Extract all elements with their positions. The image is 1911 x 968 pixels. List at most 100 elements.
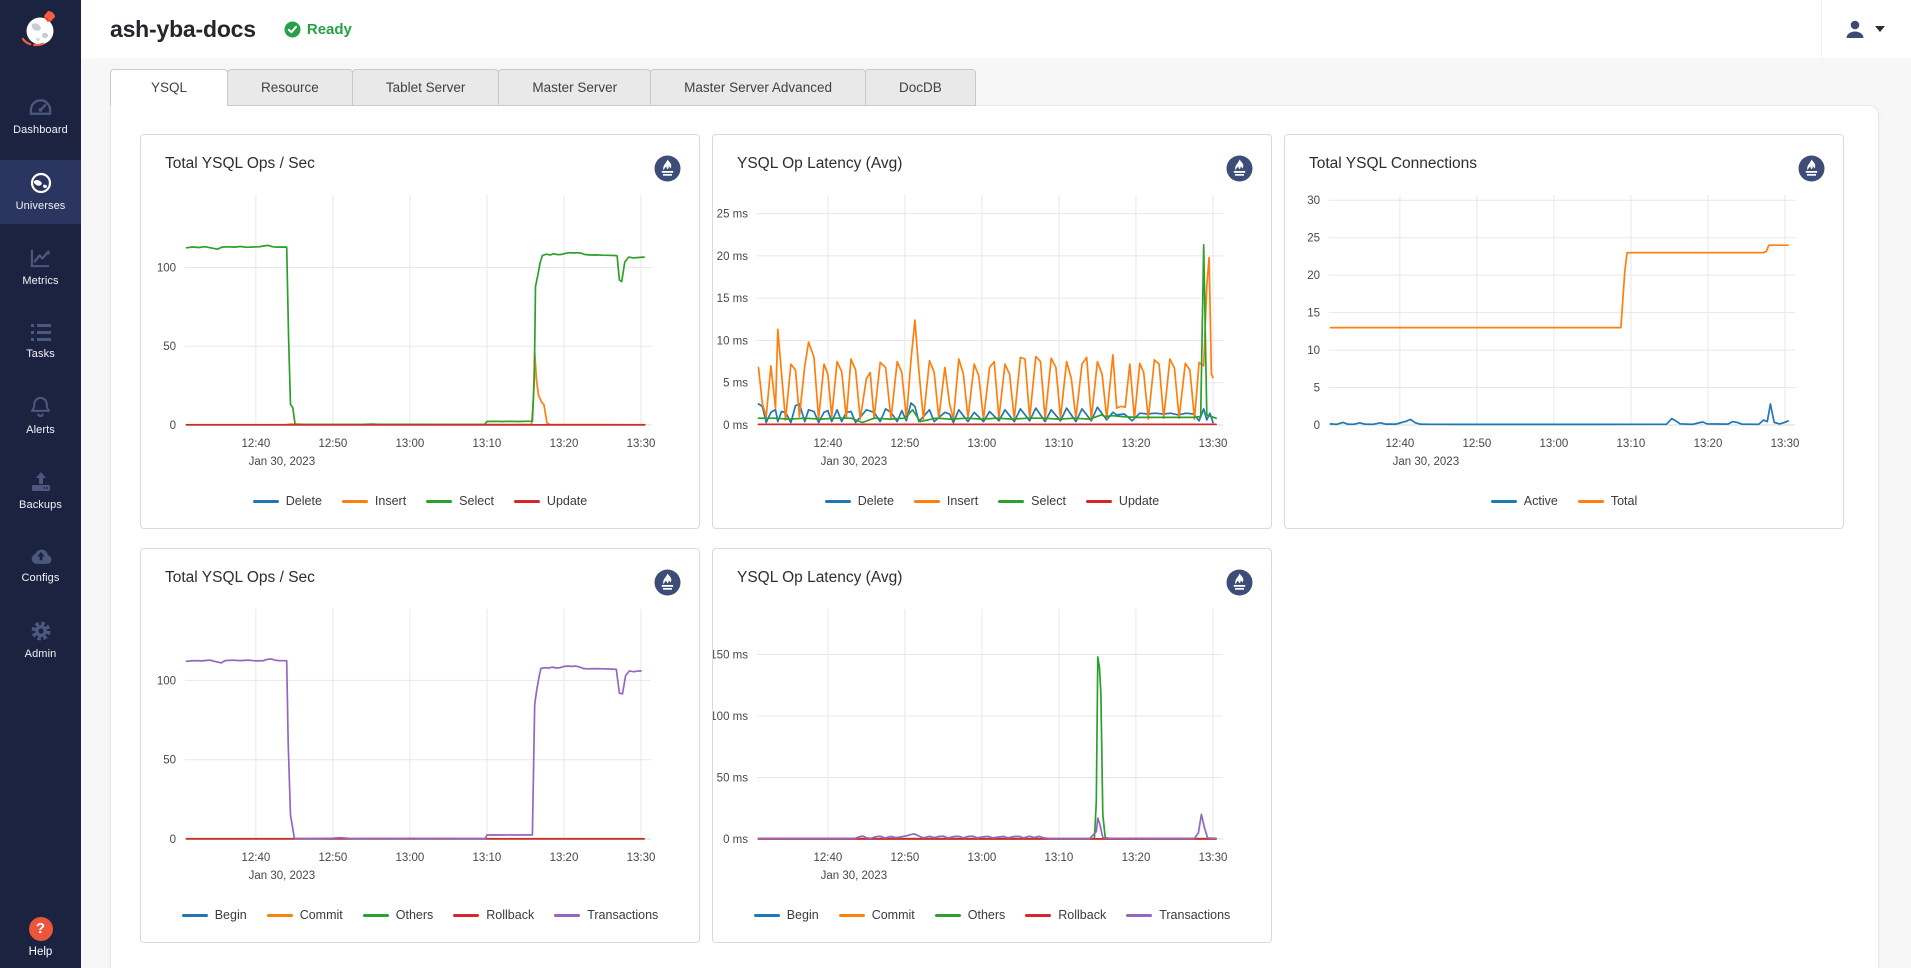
- legend-item[interactable]: Transactions: [554, 908, 658, 922]
- legend-label: Others: [396, 908, 434, 922]
- legend-item[interactable]: Begin: [754, 908, 819, 922]
- svg-text:20: 20: [1307, 270, 1320, 282]
- svg-text:13:00: 13:00: [968, 852, 997, 864]
- sidebar: Dashboard Universes Metrics Tasks Alerts…: [0, 0, 81, 968]
- chart-header: Total YSQL Ops / Sec: [141, 135, 699, 185]
- chart-title: Total YSQL Connections: [1309, 155, 1477, 173]
- sidebar-item-configs[interactable]: Configs: [0, 535, 81, 596]
- legend-item[interactable]: Commit: [839, 908, 915, 922]
- legend-swatch: [935, 914, 961, 917]
- legend-item[interactable]: Begin: [182, 908, 247, 922]
- legend-label: Commit: [300, 908, 343, 922]
- chevron-down-icon: [1875, 26, 1885, 32]
- sidebar-item-label: Backups: [0, 499, 81, 511]
- metrics-tabs: YSQL Resource Tablet Server Master Serve…: [110, 69, 1911, 106]
- chart-card-total-ysql-ops-transactions: Total YSQL Ops / Sec 05010012:4012:5013:…: [140, 548, 700, 943]
- line-chart[interactable]: 05010012:4012:5013:0013:1013:2013:30Jan …: [141, 185, 700, 485]
- sidebar-item-label: Metrics: [0, 275, 81, 287]
- line-chart[interactable]: 05010012:4012:5013:0013:1013:2013:30Jan …: [141, 599, 700, 899]
- sidebar-item-universes[interactable]: Universes: [0, 160, 81, 224]
- line-chart[interactable]: 05101520253012:4012:5013:0013:1013:2013:…: [1285, 185, 1844, 485]
- tab-master-server-advanced[interactable]: Master Server Advanced: [650, 69, 866, 106]
- admin-gear-icon: [30, 620, 52, 642]
- legend-item[interactable]: Select: [998, 494, 1066, 508]
- svg-text:13:10: 13:10: [1045, 852, 1074, 864]
- legend-swatch: [426, 500, 452, 503]
- legend-item[interactable]: Others: [363, 908, 434, 922]
- chart-card-total-ysql-connections: Total YSQL Connections 05101520253012:40…: [1284, 134, 1844, 529]
- legend-item[interactable]: Others: [935, 908, 1006, 922]
- chart-header: Total YSQL Ops / Sec: [141, 549, 699, 599]
- legend-item[interactable]: Delete: [825, 494, 894, 508]
- sidebar-item-metrics[interactable]: Metrics: [0, 236, 81, 299]
- svg-text:Jan 30, 2023: Jan 30, 2023: [249, 870, 316, 882]
- legend-label: Rollback: [1058, 908, 1106, 922]
- sidebar-item-alerts[interactable]: Alerts: [0, 384, 81, 448]
- header: ash-yba-docs Ready: [81, 0, 1911, 58]
- rocket-planet-logo-icon: [18, 6, 64, 52]
- svg-text:10 ms: 10 ms: [717, 335, 749, 347]
- legend-label: Select: [459, 494, 494, 508]
- chart-header: YSQL Op Latency (Avg): [713, 135, 1271, 185]
- chart-header: YSQL Op Latency (Avg): [713, 549, 1271, 599]
- legend-swatch: [514, 500, 540, 503]
- svg-text:25: 25: [1307, 233, 1320, 245]
- legend-item[interactable]: Transactions: [1126, 908, 1230, 922]
- tab-ysql[interactable]: YSQL: [110, 69, 228, 106]
- svg-text:Jan 30, 2023: Jan 30, 2023: [821, 870, 888, 882]
- legend-item[interactable]: Rollback: [453, 908, 534, 922]
- legend-swatch: [453, 914, 479, 917]
- legend-item[interactable]: Delete: [253, 494, 322, 508]
- app-logo[interactable]: [0, 0, 81, 58]
- sidebar-item-dashboard[interactable]: Dashboard: [0, 86, 81, 148]
- svg-text:12:40: 12:40: [241, 852, 270, 864]
- legend-label: Commit: [872, 908, 915, 922]
- legend-swatch: [825, 500, 851, 503]
- legend-item[interactable]: Update: [1086, 494, 1159, 508]
- prometheus-link-icon[interactable]: [654, 155, 681, 187]
- metrics-icon: [29, 248, 52, 269]
- svg-text:13:10: 13:10: [1617, 438, 1646, 450]
- prometheus-link-icon[interactable]: [654, 569, 681, 601]
- chart-legend: Begin Commit Others Rollback Transactions: [141, 899, 699, 931]
- prometheus-link-icon[interactable]: [1226, 569, 1253, 601]
- sidebar-item-help[interactable]: ? Help: [0, 917, 81, 958]
- sidebar-item-label: Universes: [0, 200, 81, 212]
- line-chart[interactable]: 0 ms50 ms100 ms150 ms12:4012:5013:0013:1…: [713, 599, 1272, 899]
- prometheus-link-icon[interactable]: [1798, 155, 1825, 187]
- legend-item[interactable]: Insert: [342, 494, 406, 508]
- line-chart[interactable]: 0 ms5 ms10 ms15 ms20 ms25 ms12:4012:5013…: [713, 185, 1272, 485]
- svg-text:5 ms: 5 ms: [723, 378, 748, 390]
- tab-tablet-server[interactable]: Tablet Server: [352, 69, 500, 106]
- tab-master-server[interactable]: Master Server: [498, 69, 651, 106]
- svg-text:12:50: 12:50: [890, 852, 919, 864]
- svg-text:12:50: 12:50: [1462, 438, 1491, 450]
- legend-label: Select: [1031, 494, 1066, 508]
- legend-swatch: [554, 914, 580, 917]
- legend-item[interactable]: Rollback: [1025, 908, 1106, 922]
- legend-swatch: [267, 914, 293, 917]
- tab-resource[interactable]: Resource: [227, 69, 353, 106]
- help-icon: ?: [29, 917, 53, 941]
- svg-text:Jan 30, 2023: Jan 30, 2023: [1393, 456, 1460, 468]
- legend-item[interactable]: Update: [514, 494, 587, 508]
- prometheus-link-icon[interactable]: [1226, 155, 1253, 187]
- chart-title: Total YSQL Ops / Sec: [165, 155, 315, 173]
- svg-text:50 ms: 50 ms: [717, 773, 749, 785]
- sidebar-item-tasks[interactable]: Tasks: [0, 311, 81, 372]
- sidebar-nav: Dashboard Universes Metrics Tasks Alerts…: [0, 86, 81, 684]
- legend-label: Active: [1524, 494, 1558, 508]
- legend-item[interactable]: Insert: [914, 494, 978, 508]
- svg-text:13:30: 13:30: [1199, 438, 1228, 450]
- legend-item[interactable]: Total: [1578, 494, 1637, 508]
- legend-item[interactable]: Commit: [267, 908, 343, 922]
- sidebar-item-admin[interactable]: Admin: [0, 608, 81, 672]
- legend-swatch: [1086, 500, 1112, 503]
- user-menu[interactable]: [1821, 0, 1911, 58]
- tasks-icon: [30, 323, 52, 342]
- legend-item[interactable]: Active: [1491, 494, 1558, 508]
- sidebar-item-backups[interactable]: Backups: [0, 460, 81, 523]
- legend-item[interactable]: Select: [426, 494, 494, 508]
- tab-docdb[interactable]: DocDB: [865, 69, 976, 106]
- sidebar-item-label: Tasks: [0, 348, 81, 360]
